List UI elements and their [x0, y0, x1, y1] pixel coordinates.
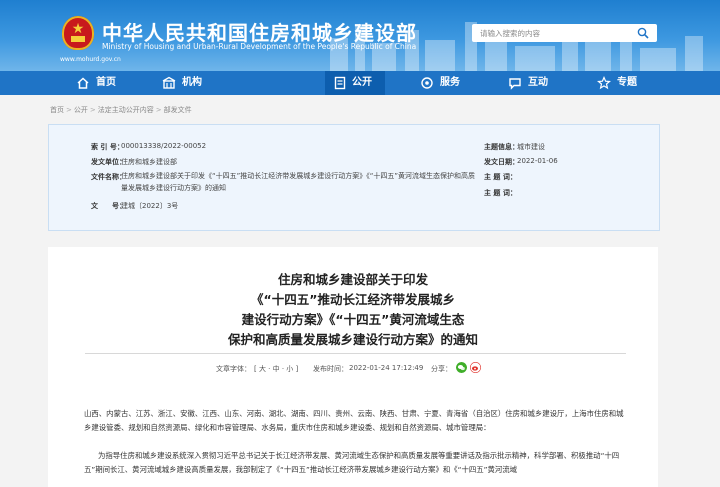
keyword-label: 主 题 词：	[484, 189, 517, 197]
nav-label: 服务	[440, 77, 460, 88]
document-meta-box: 索 引 号： 000013338/2022-00052 主题信息： 城市建设 发…	[48, 124, 660, 231]
topic-icon	[597, 76, 611, 90]
font-size-switcher[interactable]: [ 大 · 中 · 小 ]	[254, 364, 298, 374]
national-emblem-icon: ★	[62, 16, 94, 50]
nav-item-institution[interactable]: 机构	[162, 71, 222, 95]
breadcrumb-documents[interactable]: 部发文件	[164, 106, 192, 114]
publish-label: 发布时间：	[313, 365, 348, 373]
article-paragraph: 山西、内蒙古、江苏、浙江、安徽、江西、山东、河南、湖北、湖南、四川、贵州、云南、…	[84, 409, 624, 432]
weibo-share-icon[interactable]	[470, 362, 481, 373]
article-title-line: 《“十四五”推动长江经济带发展城乡	[251, 292, 455, 307]
search-input[interactable]: 请输入搜索的内容	[472, 24, 657, 42]
site-subtitle: Ministry of Housing and Urban-Rural Deve…	[102, 42, 417, 51]
font-size-label: 文章字体：	[216, 365, 251, 373]
nav-item-home[interactable]: 首页	[76, 71, 136, 95]
index-value: 000013338/2022-00052	[121, 142, 207, 150]
nav-label: 公开	[352, 77, 372, 88]
nav-item-public[interactable]: 公开	[325, 71, 385, 95]
breadcrumb-home[interactable]: 首页	[50, 106, 64, 114]
nav-label: 机构	[182, 77, 202, 88]
breadcrumb: 首页 > 公开 > 法定主动公开内容 > 部发文件	[50, 106, 192, 114]
date-value: 2022-01-06	[517, 157, 558, 165]
article-title-line: 建设行动方案》《“十四五”黄河流域生态	[241, 312, 465, 327]
article-title-line: 保护和高质量发展城乡建设行动方案》的通知	[227, 332, 478, 347]
docno-value: 建城〔2022〕3号	[121, 202, 179, 210]
nav-item-service[interactable]: 服务	[420, 71, 480, 95]
nav-item-topic[interactable]: 专题	[597, 71, 657, 95]
site-url: www.mohurd.gov.cn	[60, 56, 121, 63]
article-title-line: 住房和城乡建设部关于印发	[277, 272, 428, 287]
topic-value: 城市建设	[517, 143, 545, 151]
nav-label: 互动	[528, 77, 548, 88]
article-title: 住房和城乡建设部关于印发 《“十四五”推动长江经济带发展城乡 建设行动方案》《“…	[48, 270, 658, 350]
site-header: ★ 中华人民共和国住房和城乡建设部 Ministry of Housing an…	[0, 0, 720, 71]
service-icon	[421, 77, 433, 89]
search-icon[interactable]	[637, 27, 649, 39]
breadcrumb-statutory[interactable]: 法定主动公开内容	[98, 106, 154, 114]
document-icon	[334, 76, 346, 90]
index-label: 索 引 号：	[91, 143, 124, 151]
article-paragraph: 为指导住房和城乡建设系统深入贯彻习近平总书记关于长江经济带发展、黄河流域生态保护…	[84, 451, 620, 474]
filename-value: 住房和城乡建设部关于印发《“十四五”推动长江经济带发展城乡建设行动方案》《“十四…	[121, 172, 476, 192]
issuer-value: 住房和城乡建设部	[121, 158, 177, 166]
breadcrumb-public[interactable]: 公开	[74, 106, 88, 114]
share-label: 分享：	[431, 365, 452, 373]
category-label: 主 题 词：	[484, 173, 517, 181]
search-placeholder: 请输入搜索的内容	[480, 29, 540, 38]
nav-item-interaction[interactable]: 互动	[508, 71, 568, 95]
topic-label: 主题信息：	[484, 143, 519, 151]
wechat-share-icon[interactable]	[456, 362, 467, 373]
nav-label: 专题	[617, 77, 637, 88]
date-label: 发文日期：	[484, 158, 519, 166]
title-divider	[85, 353, 626, 354]
publish-time: 2022-01-24 17:12:49	[349, 364, 424, 372]
main-nav: 首页 机构 公开 服务 互动 专题	[0, 71, 720, 95]
institution-icon	[162, 76, 176, 89]
article-content: 住房和城乡建设部关于印发 《“十四五”推动长江经济带发展城乡 建设行动方案》《“…	[48, 247, 658, 487]
home-icon	[77, 77, 89, 89]
nav-label: 首页	[96, 77, 116, 88]
chat-icon	[509, 78, 521, 90]
